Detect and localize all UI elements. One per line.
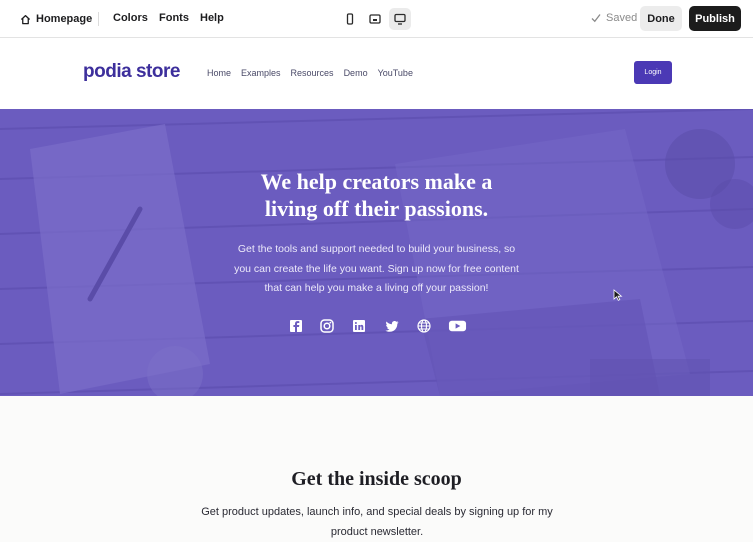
nav-resources[interactable]: Resources (291, 68, 334, 78)
hero-title: We help creators make a living off their… (0, 168, 753, 222)
homepage-selector[interactable]: Homepage (20, 11, 92, 27)
store-logo[interactable]: podia store (83, 61, 180, 83)
globe-icon[interactable] (415, 317, 433, 335)
help-menu[interactable]: Help (200, 12, 224, 24)
nav-youtube[interactable]: YouTube (378, 68, 413, 78)
toolbar-divider (98, 12, 99, 26)
hero-subtitle: Get the tools and support needed to buil… (234, 243, 519, 294)
site-nav-links: Home Examples Resources Demo YouTube (207, 68, 423, 78)
linkedin-icon[interactable] (350, 317, 368, 335)
mouse-cursor-icon (613, 289, 623, 301)
homepage-label: Homepage (36, 13, 93, 25)
social-links (0, 317, 753, 335)
nav-demo[interactable]: Demo (344, 68, 368, 78)
editor-toolbar: Homepage Colors Fonts Help Saved Done Pu… (0, 0, 753, 38)
twitter-icon[interactable] (383, 317, 401, 335)
login-button[interactable]: Login (634, 61, 672, 84)
save-status-label: Saved (606, 12, 638, 24)
colors-menu[interactable]: Colors (113, 12, 148, 24)
facebook-icon[interactable] (287, 317, 305, 335)
publish-button[interactable]: Publish (689, 6, 741, 31)
newsletter-title: Get the inside scoop (291, 468, 462, 490)
done-button[interactable]: Done (640, 6, 682, 31)
tablet-icon (369, 14, 381, 24)
hero-title-line-2: living off their passions. (264, 196, 489, 221)
instagram-icon[interactable] (318, 317, 336, 335)
mobile-preview-button[interactable] (339, 8, 361, 30)
desktop-preview-button[interactable] (389, 8, 411, 30)
phone-icon (346, 13, 354, 25)
nav-examples[interactable]: Examples (241, 68, 281, 78)
check-icon (591, 14, 601, 23)
youtube-icon[interactable] (447, 317, 467, 335)
fonts-menu[interactable]: Fonts (159, 12, 189, 24)
home-icon (20, 14, 31, 24)
desktop-icon (394, 13, 406, 25)
tablet-preview-button[interactable] (364, 8, 386, 30)
save-status: Saved (591, 12, 637, 24)
hero-title-line-1: We help creators make a (260, 169, 493, 194)
nav-home[interactable]: Home (207, 68, 231, 78)
site-header: podia store Home Examples Resources Demo… (0, 38, 753, 109)
newsletter-description: Get product updates, launch info, and sp… (201, 506, 553, 538)
hero-section[interactable]: We help creators make a living off their… (0, 109, 753, 396)
